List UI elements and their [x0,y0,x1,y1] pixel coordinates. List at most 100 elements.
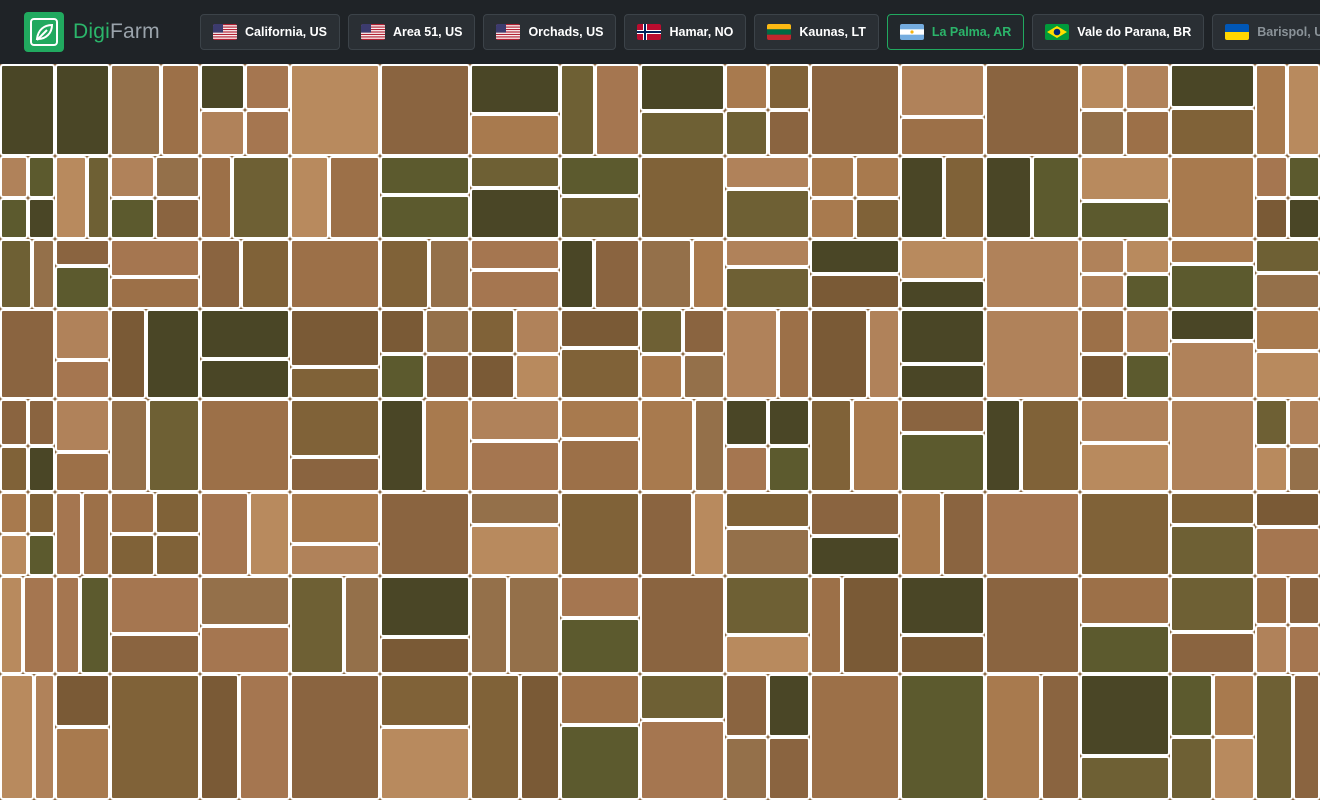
field-parcel[interactable] [0,399,28,446]
field-parcel[interactable] [900,156,944,239]
field-parcel[interactable] [245,64,290,110]
field-parcel[interactable] [852,399,900,492]
field-parcel[interactable] [55,309,110,360]
field-parcel[interactable] [1125,274,1170,309]
field-parcel[interactable] [900,399,985,433]
field-parcel[interactable] [28,198,55,239]
field-parcel[interactable] [1021,399,1080,492]
field-parcel[interactable] [1255,309,1320,351]
field-parcel[interactable] [1080,354,1125,399]
field-parcel[interactable] [0,309,55,399]
field-parcel[interactable] [55,399,110,452]
field-parcel[interactable] [1255,446,1288,492]
field-parcel[interactable] [725,239,810,267]
field-parcel[interactable] [560,64,595,156]
field-parcel[interactable] [28,534,55,576]
field-parcel[interactable] [900,433,985,492]
field-parcel[interactable] [425,354,470,399]
location-tab-kaunas[interactable]: Kaunas, LT [754,14,879,50]
field-parcel[interactable] [768,737,810,800]
field-parcel[interactable] [693,492,725,576]
field-parcel[interactable] [694,399,725,492]
field-parcel[interactable] [1170,264,1255,309]
field-parcel[interactable] [470,674,520,800]
field-parcel[interactable] [1213,674,1255,737]
field-parcel[interactable] [55,64,110,156]
field-parcel[interactable] [640,576,725,674]
field-parcel[interactable] [768,64,810,110]
field-parcel[interactable] [470,270,560,309]
field-parcel[interactable] [1080,399,1170,443]
field-parcel[interactable] [640,309,683,354]
field-parcel[interactable] [23,576,55,674]
field-parcel[interactable] [810,674,900,800]
field-parcel[interactable] [1080,443,1170,492]
field-parcel[interactable] [470,114,560,156]
field-parcel[interactable] [470,576,508,674]
field-parcel[interactable] [768,399,810,446]
field-parcel[interactable] [778,309,810,399]
field-parcel[interactable] [900,117,985,156]
field-parcel[interactable] [1288,576,1320,625]
field-parcel[interactable] [683,354,725,399]
field-parcel[interactable] [200,399,290,492]
field-parcel[interactable] [640,239,692,309]
field-parcel[interactable] [560,156,640,196]
satellite-map[interactable] [0,64,1320,800]
field-parcel[interactable] [725,635,810,674]
field-parcel[interactable] [200,239,241,309]
field-parcel[interactable] [110,674,200,800]
field-parcel[interactable] [1170,576,1255,632]
field-parcel[interactable] [28,399,55,446]
field-parcel[interactable] [810,64,900,156]
field-parcel[interactable] [155,534,200,576]
field-parcel[interactable] [1080,239,1125,274]
field-parcel[interactable] [239,674,290,800]
field-parcel[interactable] [985,309,1080,399]
field-parcel[interactable] [1125,354,1170,399]
field-parcel[interactable] [290,239,380,309]
field-parcel[interactable] [1255,198,1288,239]
field-parcel[interactable] [200,492,249,576]
field-parcel[interactable] [810,536,900,576]
field-parcel[interactable] [0,198,28,239]
field-parcel[interactable] [725,110,768,156]
field-parcel[interactable] [985,674,1041,800]
field-parcel[interactable] [245,110,290,156]
field-parcel[interactable] [82,492,110,576]
field-parcel[interactable] [470,399,560,441]
field-parcel[interactable] [290,492,380,544]
field-parcel[interactable] [842,576,900,674]
field-parcel[interactable] [290,309,380,367]
field-parcel[interactable] [1255,576,1288,625]
field-parcel[interactable] [560,674,640,725]
field-parcel[interactable] [515,309,560,354]
field-parcel[interactable] [55,266,110,309]
field-parcel[interactable] [329,156,380,239]
field-parcel[interactable] [1080,674,1170,756]
field-parcel[interactable] [1170,525,1255,576]
field-parcel[interactable] [900,364,985,399]
field-parcel[interactable] [110,399,148,492]
field-parcel[interactable] [768,110,810,156]
field-parcel[interactable] [28,492,55,534]
field-parcel[interactable] [1170,674,1213,737]
field-parcel[interactable] [560,309,640,348]
field-parcel[interactable] [110,634,200,674]
field-parcel[interactable] [1255,674,1293,800]
field-parcel[interactable] [900,576,985,635]
field-parcel[interactable] [1170,341,1255,399]
field-parcel[interactable] [1255,351,1320,399]
field-parcel[interactable] [290,674,380,800]
field-parcel[interactable] [725,267,810,309]
field-parcel[interactable] [810,492,900,536]
field-parcel[interactable] [380,727,470,800]
field-parcel[interactable] [470,156,560,188]
field-parcel[interactable] [725,64,768,110]
field-parcel[interactable] [1293,674,1320,800]
field-parcel[interactable] [380,309,425,354]
field-parcel[interactable] [28,156,55,198]
field-parcel[interactable] [200,64,245,110]
field-parcel[interactable] [200,309,290,359]
field-parcel[interactable] [515,354,560,399]
